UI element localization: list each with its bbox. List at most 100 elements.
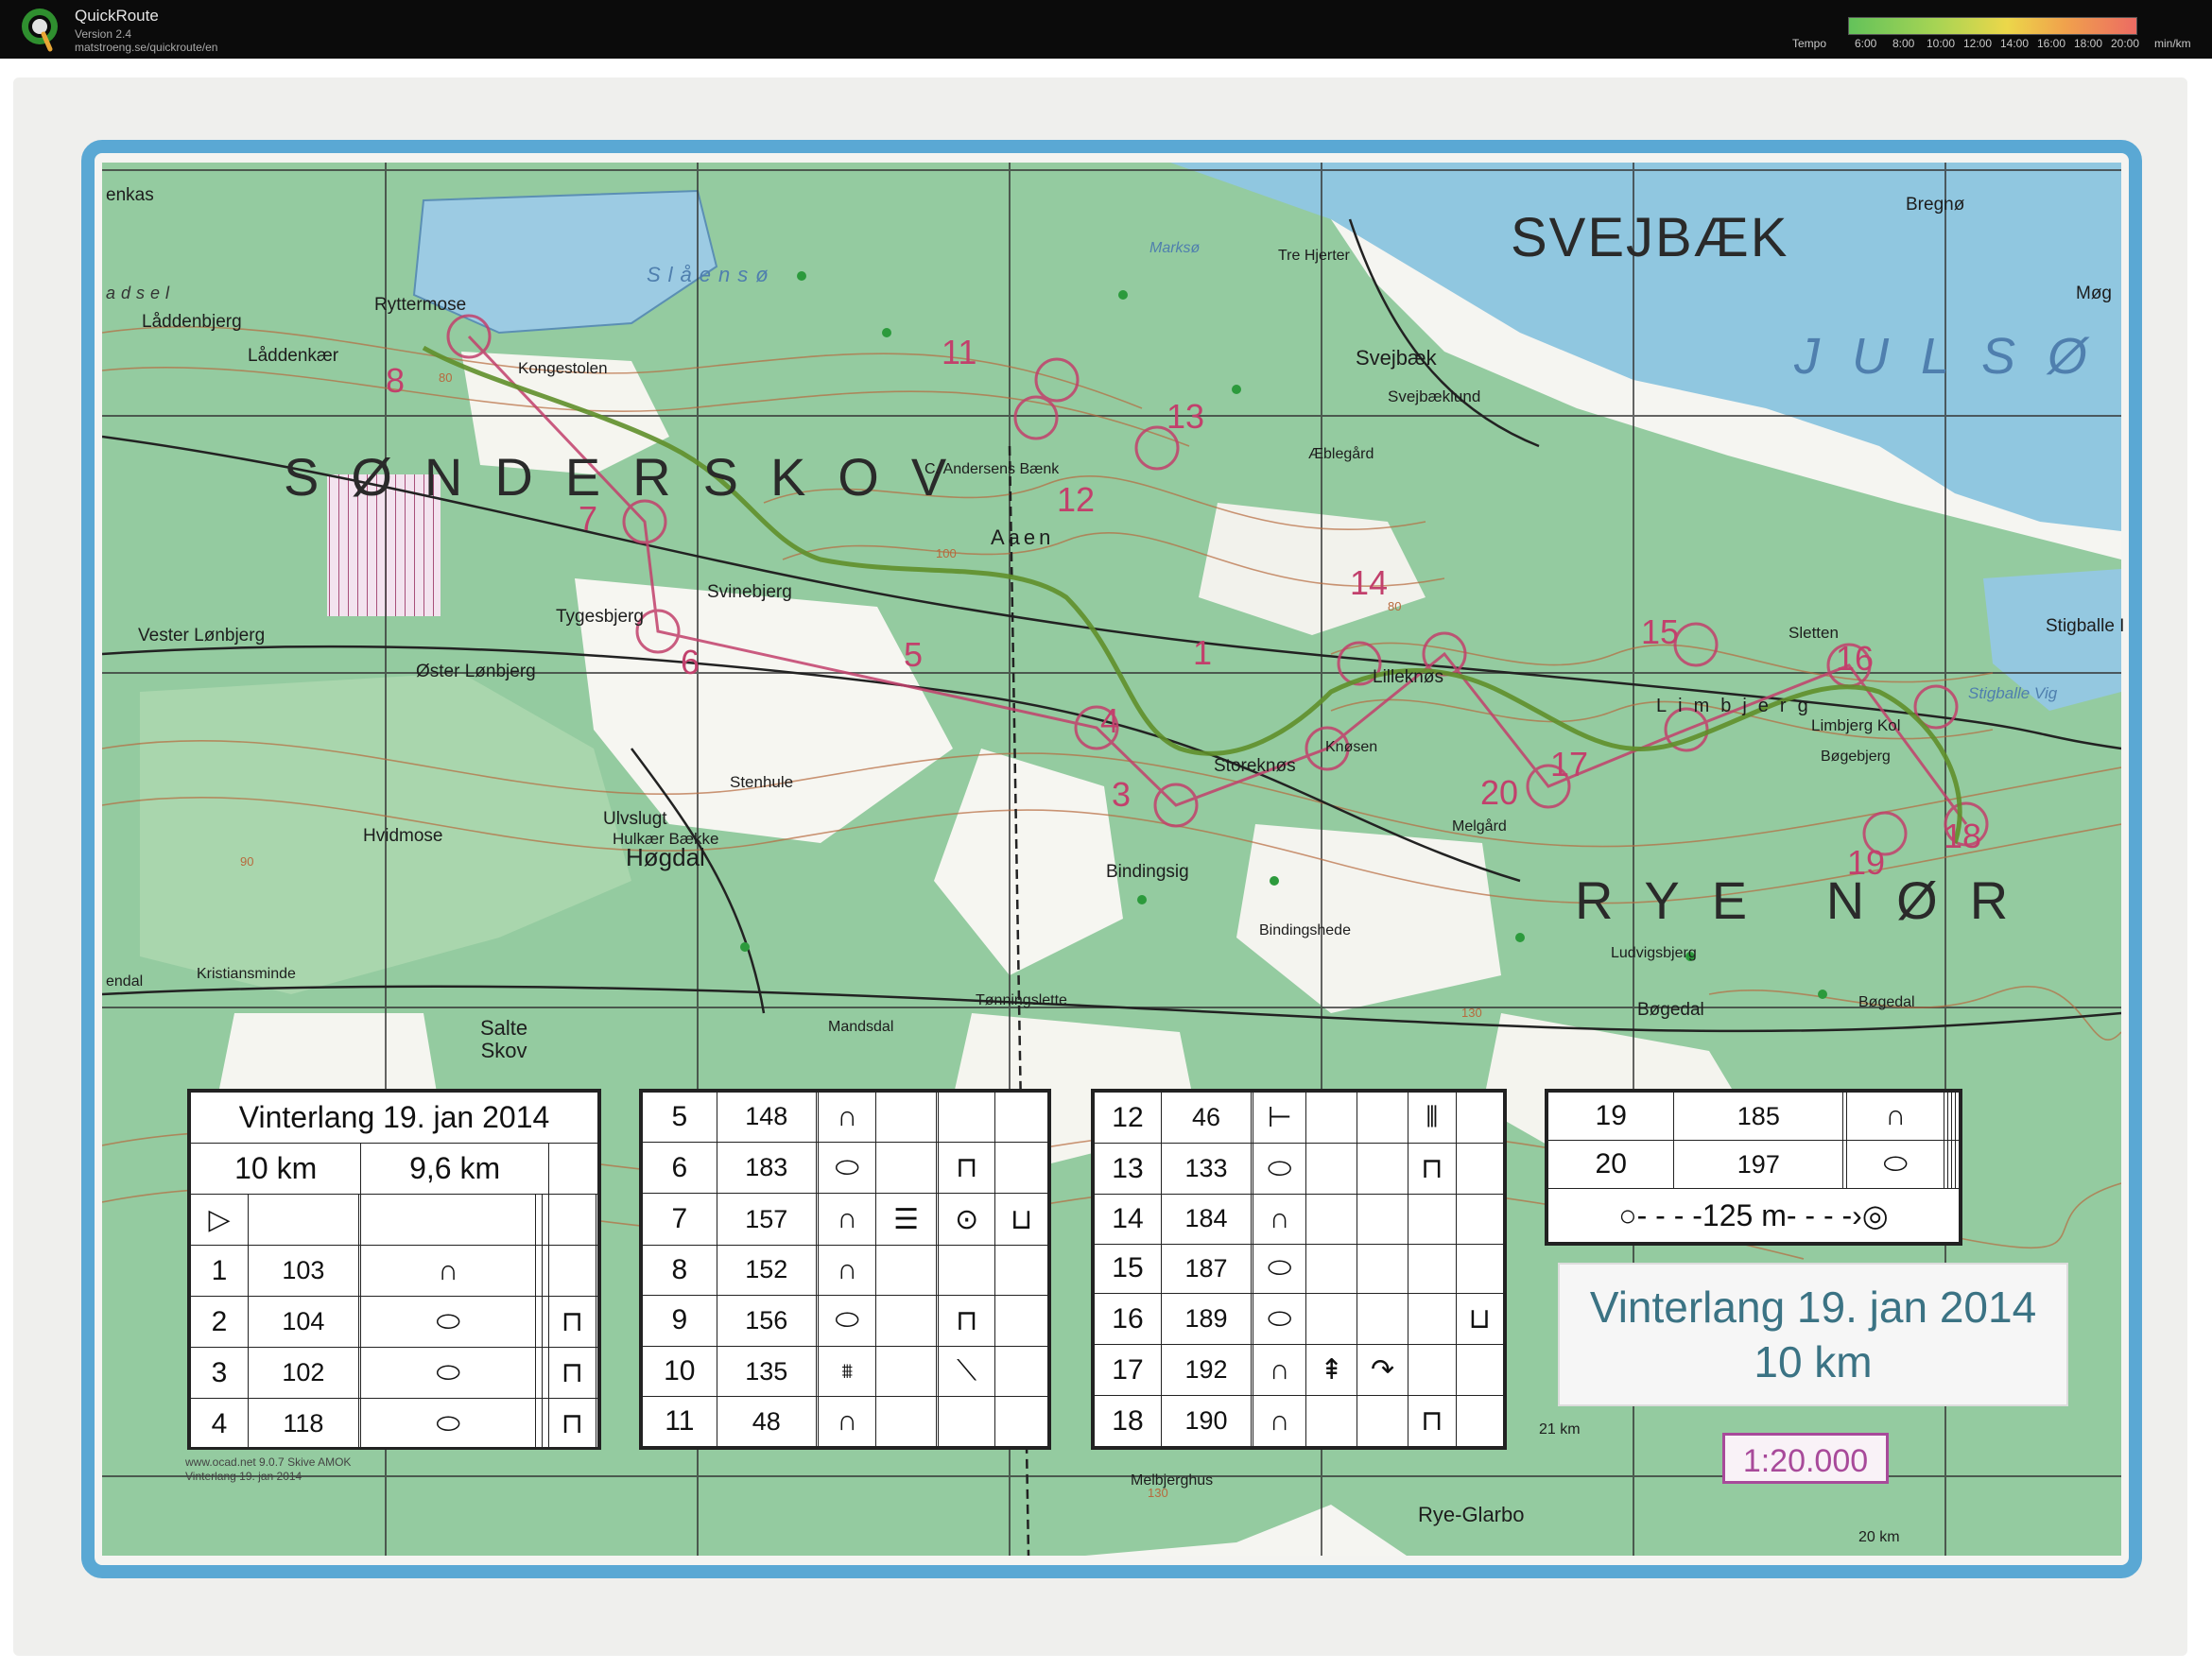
empty-cell [938, 1396, 996, 1447]
place-label: Aaen [991, 525, 1055, 549]
control-number-4: 4 [1100, 701, 1120, 740]
lake-label-stigballe-vig: Stigballe Vig [1968, 684, 2058, 702]
empty-cell [541, 1398, 549, 1450]
control-seq: 7 [642, 1193, 717, 1246]
empty-cell [1357, 1395, 1409, 1447]
control-seq: 14 [1094, 1194, 1162, 1245]
map-credit: www.ocad.net 9.0.7 Skive AMOK Vinterlang… [185, 1455, 351, 1484]
control-number-15: 15 [1641, 612, 1680, 651]
height-label: 90 [240, 854, 254, 869]
position-icon: ⊓ [1408, 1395, 1457, 1447]
empty-cell [595, 1245, 599, 1297]
tree-icon: ⇞ [1305, 1344, 1358, 1396]
place-label: Melbjerghus [1131, 1472, 1214, 1489]
control-code: 118 [248, 1398, 359, 1450]
height-label: 130 [1461, 1006, 1482, 1020]
empty-cell [1305, 1092, 1358, 1144]
depression-icon: ⬭ [360, 1296, 537, 1348]
empty-cell [1408, 1344, 1457, 1396]
course-length-a: 10 km [189, 1143, 362, 1195]
empty-cell [875, 1396, 937, 1447]
place-label: Hvidmose [363, 826, 443, 846]
lake-label-slaenso: Slåensø [647, 263, 776, 286]
tempo-unit: min/km [2154, 37, 2191, 50]
terrace-icon: ☰ [875, 1193, 937, 1246]
knoll-icon: ∩ [818, 1092, 877, 1143]
empty-cell [1305, 1143, 1358, 1195]
control-number-19: 19 [1847, 843, 1886, 882]
control-code: 189 [1160, 1293, 1253, 1345]
control-code: 46 [1160, 1092, 1253, 1144]
place-label: Kristiansminde [197, 966, 296, 982]
control-number-6: 6 [681, 643, 700, 681]
place-label: Tre Hjerter [1278, 248, 1350, 264]
control-number-12: 12 [1057, 480, 1096, 519]
finish-distance: 125 m [1702, 1198, 1787, 1233]
empty-cell [1305, 1293, 1358, 1345]
empty-cell [1357, 1293, 1409, 1345]
earth-bank-icon: ⩩ [818, 1346, 877, 1398]
water-cup-icon: ⊔ [994, 1193, 1048, 1246]
start-triangle-icon: ▷ [189, 1194, 250, 1246]
empty-cell [938, 1244, 996, 1296]
place-label: Øster Lønbjerg [416, 662, 536, 681]
control-code: 157 [716, 1193, 817, 1246]
control-description-table-2: 5 148 ∩ 6 183 ⬭ ⊓ 7 157 ∩ ☰ ⊙ ⊔ 8 152 ∩ … [639, 1089, 1051, 1450]
control-code: 103 [248, 1245, 359, 1297]
tempo-tick: 8:00 [1892, 37, 1915, 50]
control-number-11: 11 [942, 333, 977, 371]
empty-cell [595, 1398, 599, 1450]
quickroute-header: QuickRoute Version 2.4 matstroeng.se/qui… [0, 0, 2212, 59]
place-label: Tønningslette [976, 992, 1067, 1008]
empty-cell [875, 1346, 937, 1398]
empty-cell [1305, 1243, 1358, 1294]
empty-cell [994, 1346, 1048, 1398]
control-seq: 15 [1094, 1243, 1162, 1294]
place-label: enkas [106, 185, 154, 205]
place-label: Bregnø [1906, 195, 1965, 215]
place-label: endal [106, 973, 144, 990]
control-number-13: 13 [1166, 397, 1205, 436]
place-label: Bindingsig [1106, 862, 1189, 882]
place-label: Ludvigsbjerg [1611, 945, 1697, 961]
place-label: C. Andersens Bænk [925, 461, 1060, 477]
control-seq: 9 [642, 1294, 717, 1348]
app-version: Version 2.4 [75, 27, 132, 41]
place-label: Svejbæk [1356, 346, 1437, 370]
depression-icon: ⬭ [818, 1294, 877, 1348]
control-seq: 17 [1094, 1344, 1162, 1396]
control-seq: 1 [189, 1245, 250, 1297]
credit-line: Vinterlang 19. jan 2014 [185, 1470, 302, 1483]
place-label: Svinebjerg [707, 582, 792, 602]
app-url[interactable]: matstroeng.se/quickroute/en [75, 41, 217, 54]
empty-cell [248, 1194, 359, 1246]
control-code: 135 [716, 1346, 817, 1398]
knoll-icon: ∩ [818, 1396, 877, 1447]
position-icon: ⊓ [938, 1294, 996, 1348]
empty-cell [1408, 1243, 1457, 1294]
knoll-icon: ∩ [818, 1244, 877, 1296]
control-number-8: 8 [386, 361, 406, 400]
control-seq: 2 [189, 1296, 250, 1348]
control-code: 184 [1160, 1194, 1253, 1245]
empty-cell [1954, 1140, 1961, 1190]
empty-cell [535, 1398, 543, 1450]
path-junction-icon: ⊢ [1253, 1092, 1307, 1144]
empty-cell [541, 1245, 549, 1297]
empty-cell [595, 1194, 599, 1246]
empty-cell [541, 1194, 549, 1246]
empty-cell [875, 1092, 937, 1143]
control-code: 197 [1673, 1140, 1844, 1190]
position-icon: ⊓ [547, 1347, 596, 1399]
control-code: 48 [716, 1396, 817, 1447]
last-control-icon: ○- - - - [1618, 1198, 1702, 1233]
control-seq: 18 [1094, 1395, 1162, 1447]
control-code: 192 [1160, 1344, 1253, 1396]
depression-icon: ⬭ [360, 1398, 537, 1450]
empty-cell [595, 1296, 599, 1348]
place-label: Tygesbjerg [556, 607, 644, 627]
empty-cell [1408, 1293, 1457, 1345]
control-number-3: 3 [1112, 775, 1132, 814]
empty-cell [547, 1245, 596, 1297]
place-label: Høgdal [626, 843, 705, 871]
